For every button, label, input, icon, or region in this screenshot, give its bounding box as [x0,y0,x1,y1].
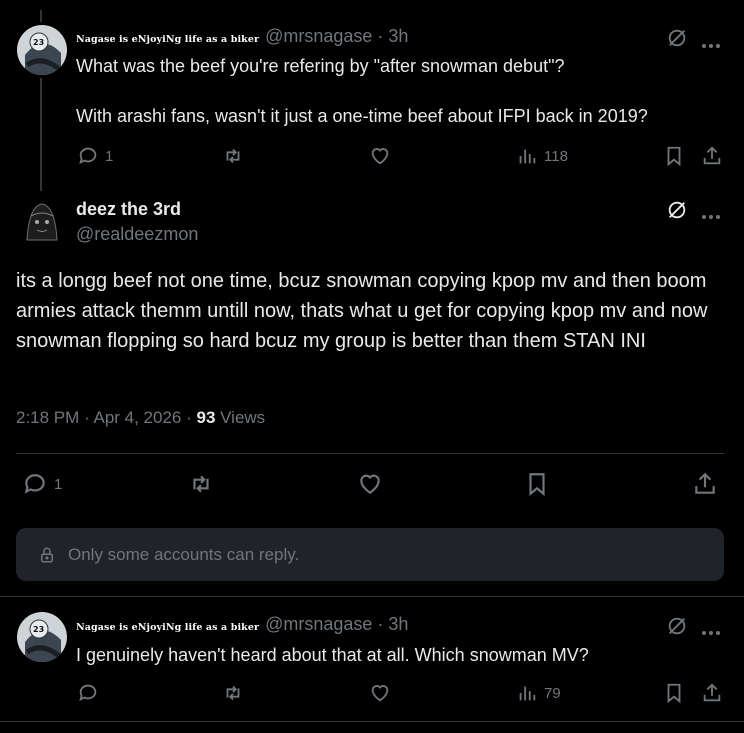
handle[interactable]: @mrsnagase · 3h [265,614,408,635]
reply-button[interactable]: 1 [77,145,113,167]
like-button[interactable] [369,145,391,167]
timestamp[interactable]: 2:18 PM · Apr 4, 2026 · [16,408,196,427]
tweet-text: I genuinely haven't heard about that at … [76,645,589,665]
retweet-button[interactable] [222,145,244,167]
avatar[interactable] [17,196,67,246]
avatar[interactable]: 23 [17,25,67,75]
avatar[interactable]: 23 [17,612,67,662]
tweet-text-line2: With arashi fans, wasn't it just a one-t… [76,106,648,126]
reply-icon [79,147,97,165]
view-count: 118 [544,147,568,165]
like-icon [371,685,389,702]
reply-icon [79,684,97,702]
more-icon[interactable] [701,623,721,641]
bookmark-icon [667,146,681,167]
tweet-text: its a longg beef not one time, bcuz snow… [16,270,708,352]
bookmark-icon [667,683,681,704]
tweet-timestamp[interactable]: 2:18 PM · Apr 4, 2026 · 93 Views [16,408,265,428]
divider [0,596,744,597]
retweet-icon [226,685,240,701]
divider [16,453,724,454]
divider [0,721,744,722]
reply-count: 1 [105,147,114,165]
views-icon [519,686,536,701]
bookmark-icon [529,473,545,497]
like-icon [360,474,380,494]
share-button[interactable] [701,145,723,167]
retweet-button[interactable] [188,471,214,497]
svg-text:23: 23 [33,625,44,634]
like-button[interactable] [369,682,391,704]
retweet-button[interactable] [222,682,244,704]
grok-icon[interactable] [666,27,688,54]
lock-icon [41,547,53,562]
handle[interactable]: @realdeezmon [76,224,198,245]
reply-restriction-notice: Only some accounts can reply. [16,528,724,581]
reply-button[interactable] [77,682,99,704]
tweet-text-line1: What was the beef you're refering by "af… [76,56,565,76]
share-button[interactable] [692,471,718,497]
view-count: 79 [544,684,561,702]
retweet-icon [193,475,209,493]
reply-button[interactable]: 1 [22,471,62,497]
share-icon [703,146,721,165]
views-button[interactable]: 118 [516,145,568,167]
views-count: 93 [196,408,216,427]
svg-text:23: 23 [33,38,44,47]
like-button[interactable] [357,471,383,497]
more-icon[interactable] [701,36,721,54]
bookmark-button[interactable] [663,145,685,167]
views-button[interactable]: 79 [516,682,561,704]
thread-line [40,78,42,191]
handle[interactable]: @mrsnagase · 3h [265,26,408,47]
reply-count: 1 [54,475,63,493]
bookmark-button[interactable] [524,471,550,497]
share-icon [703,683,721,702]
more-icon[interactable] [701,207,721,225]
display-name[interactable]: deez the 3rd [76,199,181,220]
grok-icon[interactable] [666,615,688,642]
grok-icon[interactable] [666,199,688,226]
notice-text: Only some accounts can reply. [68,544,300,564]
like-icon [371,148,389,165]
thread-line-top [40,10,42,22]
reply-icon [24,474,45,494]
bookmark-button[interactable] [663,682,685,704]
display-name[interactable]: Nagase is eNjoyiNg life as a biker [76,622,259,633]
share-icon [695,472,715,494]
share-button[interactable] [701,682,723,704]
views-icon [519,149,536,164]
views-label: Views [215,408,266,427]
display-name[interactable]: Nagase is eNjoyiNg life as a biker [76,34,259,45]
retweet-icon [226,148,240,164]
